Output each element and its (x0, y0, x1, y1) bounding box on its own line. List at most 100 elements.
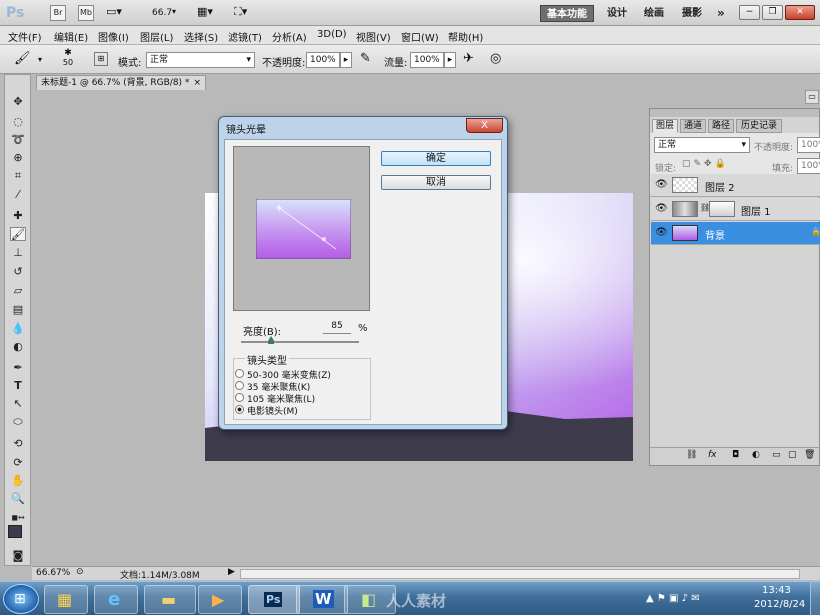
menu-window[interactable]: 窗口(W) (401, 29, 439, 44)
mini-bridge-button[interactable]: Mb (78, 5, 94, 21)
fx-icon[interactable]: fx (708, 450, 717, 460)
status-zoom[interactable]: 66.67% (36, 568, 70, 578)
3d-rotate-tool-icon[interactable]: ⟲ (10, 437, 26, 451)
3d-orbit-tool-icon[interactable]: ⟳ (10, 456, 26, 470)
flow-slider-button[interactable]: ▸ (444, 52, 456, 68)
eraser-tool-icon[interactable]: ▱ (10, 284, 26, 298)
opacity-slider-button[interactable]: ▸ (340, 52, 352, 68)
default-colors-icon[interactable]: ◼↔ (10, 511, 26, 525)
tab-layers[interactable]: 图层 (652, 119, 678, 133)
bridge-button[interactable]: Br (50, 5, 66, 21)
menu-filter[interactable]: 滤镜(T) (228, 29, 262, 44)
lock-icons[interactable]: ▢✎✥🔒 (682, 159, 729, 169)
zoom-tool-icon[interactable]: 🔍 (10, 492, 26, 506)
link-layers-icon[interactable]: ⛓ (686, 450, 697, 460)
layer-row[interactable]: 👁 ⛓ 图层 1 (651, 198, 820, 221)
workspace-design[interactable]: 设计 (601, 5, 633, 22)
workspace-painting[interactable]: 绘画 (638, 5, 670, 22)
cancel-button[interactable]: 取消 (381, 175, 491, 190)
tray-icons[interactable]: ▲ ⚑ ▣ ♪ ✉ (646, 593, 700, 604)
menu-3d[interactable]: 3D(D) (317, 29, 347, 40)
chevron-down-icon[interactable]: ▾ (172, 7, 176, 16)
menu-analysis[interactable]: 分析(A) (272, 29, 307, 44)
foreground-color-swatch[interactable] (8, 525, 22, 538)
history-brush-tool-icon[interactable]: ↺ (10, 265, 26, 279)
workspace-photography[interactable]: 摄影 (676, 5, 708, 22)
brightness-input[interactable]: 85 (323, 321, 351, 334)
blend-mode-select[interactable]: 正常 ▾ (146, 52, 255, 68)
radio-lens-0[interactable] (235, 369, 244, 378)
dodge-tool-icon[interactable]: ◐ (10, 340, 26, 354)
radio-lens-2[interactable] (235, 393, 244, 402)
flow-input[interactable]: 100% (410, 52, 444, 68)
brush-picker[interactable]: ✱ 50 (56, 48, 80, 70)
brush-panel-icon[interactable]: ⊞ (94, 52, 108, 66)
shape-tool-icon[interactable]: ⬭ (10, 415, 26, 429)
close-app-button[interactable]: ✕ (785, 5, 815, 20)
menu-file[interactable]: 文件(F) (8, 29, 42, 44)
clock-date[interactable]: 2012/8/24 (754, 599, 805, 610)
tab-channels[interactable]: 通道 (680, 119, 706, 133)
document-tab[interactable]: 未标题-1 @ 66.7% (背景, RGB/8) * × (36, 75, 206, 90)
new-layer-icon[interactable]: ▢ (788, 450, 797, 460)
eyedropper-tool-icon[interactable]: ⁄ (10, 188, 26, 202)
radio-lens-3-selected[interactable] (235, 405, 244, 414)
screen-mode-dropdown[interactable]: ⛶▾ (234, 5, 260, 21)
layer-row[interactable]: 👁 图层 2 (651, 174, 820, 197)
adjustment-layer-icon[interactable]: ◐ (752, 450, 760, 460)
horizontal-scrollbar[interactable] (240, 569, 800, 579)
marquee-tool-icon[interactable]: ◌ (10, 115, 26, 129)
pen-tool-icon[interactable]: ✒ (10, 361, 26, 375)
brightness-slider-track[interactable] (241, 341, 359, 343)
opacity-input[interactable]: 100% (306, 52, 340, 68)
hand-tool-icon[interactable]: ✋ (10, 474, 26, 488)
menu-edit[interactable]: 编辑(E) (54, 29, 88, 44)
flare-preview[interactable]: + (233, 146, 370, 311)
eye-icon[interactable]: 👁 (655, 179, 668, 191)
brush-tool-preset-icon[interactable]: 🖌 (14, 51, 31, 66)
radio-lens-1[interactable] (235, 381, 244, 390)
blur-tool-icon[interactable]: 💧 (10, 322, 26, 336)
lasso-tool-icon[interactable]: ➰ (10, 133, 26, 147)
menu-help[interactable]: 帮助(H) (448, 29, 483, 44)
dialog-close-button[interactable]: X (466, 118, 503, 133)
layer-mask-thumbnail[interactable] (709, 201, 735, 217)
panel-grip[interactable] (650, 109, 819, 117)
menu-select[interactable]: 选择(S) (184, 29, 218, 44)
more-workspaces-button[interactable]: » (711, 5, 731, 22)
arrange-documents-dropdown[interactable]: ▦▾ (197, 5, 221, 21)
panel-collapse-button[interactable]: ▭ (805, 90, 819, 104)
brush-tool-icon[interactable]: 🖌 (10, 227, 26, 241)
ok-button[interactable]: 确定 (381, 151, 491, 166)
tab-paths[interactable]: 路径 (708, 119, 734, 133)
crop-tool-icon[interactable]: ⌗ (10, 169, 26, 183)
airbrush-icon[interactable]: ✈ (463, 51, 474, 66)
fill-input[interactable]: 100% (797, 158, 820, 174)
view-extras-dropdown[interactable]: ▭▾ (106, 5, 128, 21)
zoom-level[interactable]: 66.7 (152, 8, 172, 18)
menu-view[interactable]: 视图(V) (356, 29, 391, 44)
new-group-icon[interactable]: ▭ (772, 450, 781, 460)
taskbar-word[interactable]: W (296, 585, 348, 614)
chevron-down-icon[interactable]: ▾ (38, 55, 42, 64)
path-selection-tool-icon[interactable]: ↖ (10, 397, 26, 411)
menu-layer[interactable]: 图层(L) (140, 29, 173, 44)
layer-opacity-input[interactable]: 100% (797, 137, 820, 153)
taskbar-media-player[interactable]: ▶ (198, 585, 242, 614)
layer-blend-mode-select[interactable]: 正常 ▾ (654, 137, 750, 153)
eye-icon[interactable]: 👁 (655, 227, 668, 239)
pressure-size-icon[interactable]: ◎ (490, 51, 501, 66)
minimize-button[interactable]: − (739, 5, 760, 20)
taskbar-explorer[interactable]: ▬ (144, 585, 196, 614)
pressure-opacity-icon[interactable]: ✎ (360, 51, 371, 66)
layer-row-selected[interactable]: 👁 背景 🔒 (651, 222, 820, 245)
start-button[interactable]: ⊞ (3, 584, 39, 614)
healing-brush-tool-icon[interactable]: ✚ (10, 209, 26, 223)
workspace-essentials[interactable]: 基本功能 (540, 5, 594, 22)
taskbar-photoshop[interactable]: Ps (248, 585, 300, 614)
clone-stamp-tool-icon[interactable]: ⊥ (10, 246, 26, 260)
gradient-tool-icon[interactable]: ▤ (10, 303, 26, 317)
menu-image[interactable]: 图像(I) (98, 29, 129, 44)
status-info-icon[interactable]: ⊙ (76, 567, 84, 577)
clock-time[interactable]: 13:43 (762, 585, 791, 596)
